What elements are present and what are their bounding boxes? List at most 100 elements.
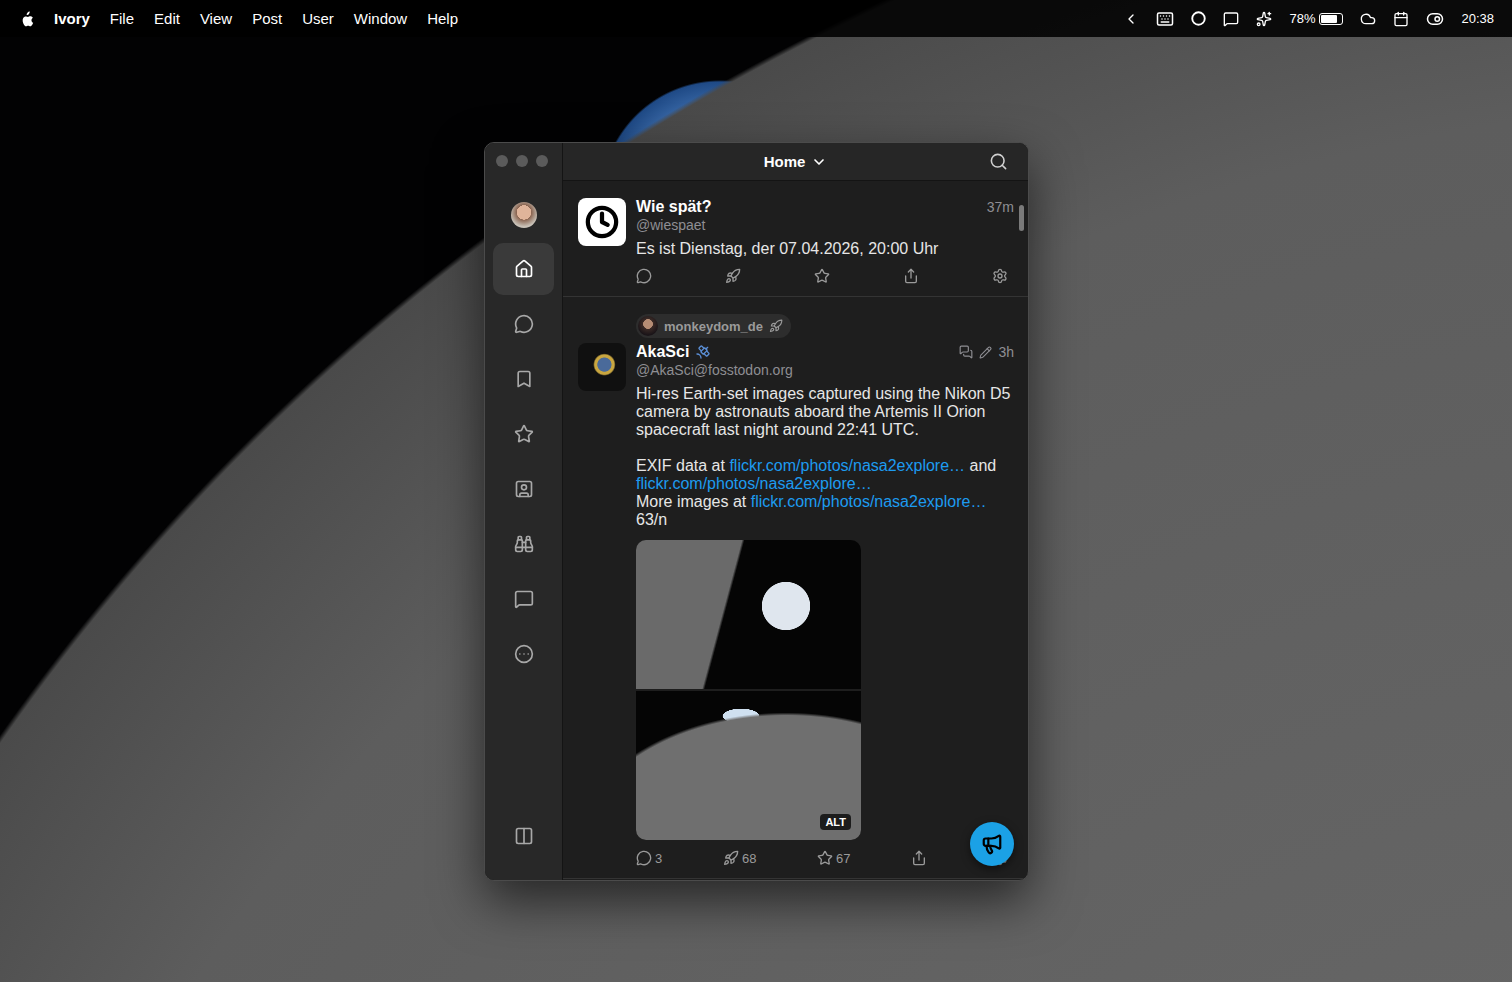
sidebar-item[interactable] <box>493 518 554 570</box>
post-time: 37m <box>987 199 1014 215</box>
author-handle[interactable]: @AkaSci@fosstodon.org <box>636 362 1014 378</box>
clock[interactable]: 20:38 <box>1461 11 1494 26</box>
gear-icon <box>992 268 1008 284</box>
link[interactable]: flickr.com/photos/nasa2explore… <box>636 475 872 492</box>
status-area: 78% 20:38 <box>1123 10 1494 28</box>
battery-percent: 78% <box>1289 11 1315 26</box>
post-header: Wie spät? 37m <box>636 198 1014 216</box>
alt-badge[interactable]: ALT <box>820 814 851 830</box>
more-button[interactable] <box>992 268 1012 284</box>
control-center-icon[interactable] <box>1426 10 1444 28</box>
star-icon <box>814 268 830 284</box>
author-avatar[interactable] <box>578 343 626 391</box>
reply-icon <box>636 268 652 284</box>
sidebar-item[interactable] <box>493 353 554 405</box>
boost-button[interactable] <box>725 268 745 284</box>
post-content: Hi-res Earth-set images captured using t… <box>636 385 1014 529</box>
nav-icon <box>514 259 534 279</box>
thread-icon[interactable] <box>959 345 973 359</box>
sidebar-item[interactable] <box>493 463 554 515</box>
boost-icon <box>723 850 739 866</box>
circle-icon[interactable] <box>1191 11 1206 26</box>
text: More images at <box>636 493 751 510</box>
post[interactable]: Wie spät? 37m @wiespaet Es ist Dienstag, de… <box>563 181 1028 297</box>
menu-item[interactable]: Post <box>242 10 292 27</box>
chat-icon[interactable] <box>1223 11 1239 27</box>
sidebar-item[interactable] <box>493 298 554 350</box>
boost-button[interactable]: 68 <box>723 850 756 866</box>
author-name[interactable]: AkaSci <box>636 343 689 361</box>
chevron-left-icon[interactable] <box>1123 11 1139 27</box>
post-row: AkaSci3h@AkaSci@fosstodon.orgHi-res Eart… <box>578 343 1014 866</box>
author[interactable]: Wie spät? <box>636 198 711 216</box>
paragraph: EXIF data at flickr.com/photos/nasa2expl… <box>636 457 1014 529</box>
post-row: Wie spät? 37m @wiespaet Es ist Dienstag, de… <box>578 198 1014 284</box>
post-content: Es ist Dienstag, der 07.04.2026, 20:00 U… <box>636 240 1014 258</box>
menu-item[interactable]: File <box>100 10 144 27</box>
timeline-picker[interactable]: Home <box>764 153 828 170</box>
booster-avatar <box>638 316 658 336</box>
window-controls <box>485 143 548 179</box>
calendar-icon[interactable] <box>1393 11 1409 27</box>
media-image[interactable] <box>636 540 861 689</box>
clock-logo-icon <box>585 205 619 239</box>
favorite-button[interactable] <box>814 268 834 284</box>
scrollbar-thumb[interactable] <box>1019 205 1024 231</box>
reply-button[interactable]: 3 <box>636 850 662 866</box>
star-icon <box>817 850 833 866</box>
menu-item[interactable]: User <box>292 10 344 27</box>
author-avatar[interactable] <box>578 198 626 246</box>
close-button[interactable] <box>496 155 508 167</box>
author[interactable]: AkaSci <box>636 343 711 361</box>
sparkles-icon[interactable] <box>1256 11 1272 27</box>
nav-icon <box>514 644 534 664</box>
zoom-button[interactable] <box>536 155 548 167</box>
post-actions: 3 68 67 <box>636 850 1014 866</box>
battery-fill <box>1321 15 1337 23</box>
compose-button[interactable] <box>970 822 1014 866</box>
nav-icon <box>514 369 534 389</box>
keyboard-icon[interactable] <box>1156 10 1174 28</box>
search-icon <box>989 152 1008 171</box>
reply-button[interactable] <box>636 268 656 284</box>
sidebar-item[interactable] <box>493 408 554 460</box>
sidebar-item[interactable] <box>493 573 554 625</box>
columns-button[interactable] <box>493 810 554 862</box>
boosted-by[interactable]: monkeydom_de <box>636 314 791 338</box>
sidebar-item[interactable] <box>493 628 554 680</box>
cloud-icon[interactable] <box>1360 11 1376 27</box>
menu-item[interactable]: Help <box>417 10 468 27</box>
paragraph: Hi-res Earth-set images captured using t… <box>636 385 1014 439</box>
main: Home Wie spät? 37m @wiespaet Es ist Dienstag… <box>563 143 1028 880</box>
edited-icon[interactable] <box>979 346 992 359</box>
compose-icon <box>981 833 1003 855</box>
link[interactable]: flickr.com/photos/nasa2explore… <box>751 493 987 510</box>
menu-item[interactable]: View <box>190 10 242 27</box>
author-handle[interactable]: @wiespaet <box>636 217 1014 233</box>
menu-item[interactable]: Edit <box>144 10 190 27</box>
columns-icon <box>514 826 534 846</box>
media-grid[interactable]: ALT <box>636 540 861 840</box>
search-button[interactable] <box>989 152 1008 171</box>
share-button[interactable] <box>903 268 923 284</box>
favorite-button[interactable]: 67 <box>817 850 850 866</box>
nav-icon <box>514 424 534 444</box>
text-line: EXIF data at flickr.com/photos/nasa2expl… <box>636 457 1014 493</box>
link[interactable]: flickr.com/photos/nasa2explore… <box>729 457 965 474</box>
reply-icon <box>636 850 652 866</box>
nav-icon <box>514 589 534 609</box>
share-button[interactable] <box>911 850 931 866</box>
apple-icon[interactable] <box>19 10 35 28</box>
sidebar-item[interactable] <box>493 243 554 295</box>
menu-item[interactable]: Window <box>344 10 417 27</box>
minimize-button[interactable] <box>516 155 528 167</box>
app-menu[interactable]: Ivory <box>44 10 100 27</box>
profile-avatar[interactable] <box>511 202 537 228</box>
satellite-icon <box>695 344 711 360</box>
post[interactable]: monkeydom_deAkaSci3h@AkaSci@fosstodon.or… <box>563 297 1028 879</box>
author-name[interactable]: Wie spät? <box>636 198 711 216</box>
share-icon <box>911 850 927 866</box>
chevron-down-icon <box>811 154 827 170</box>
boost-icon <box>769 319 783 333</box>
battery[interactable]: 78% <box>1289 11 1343 26</box>
